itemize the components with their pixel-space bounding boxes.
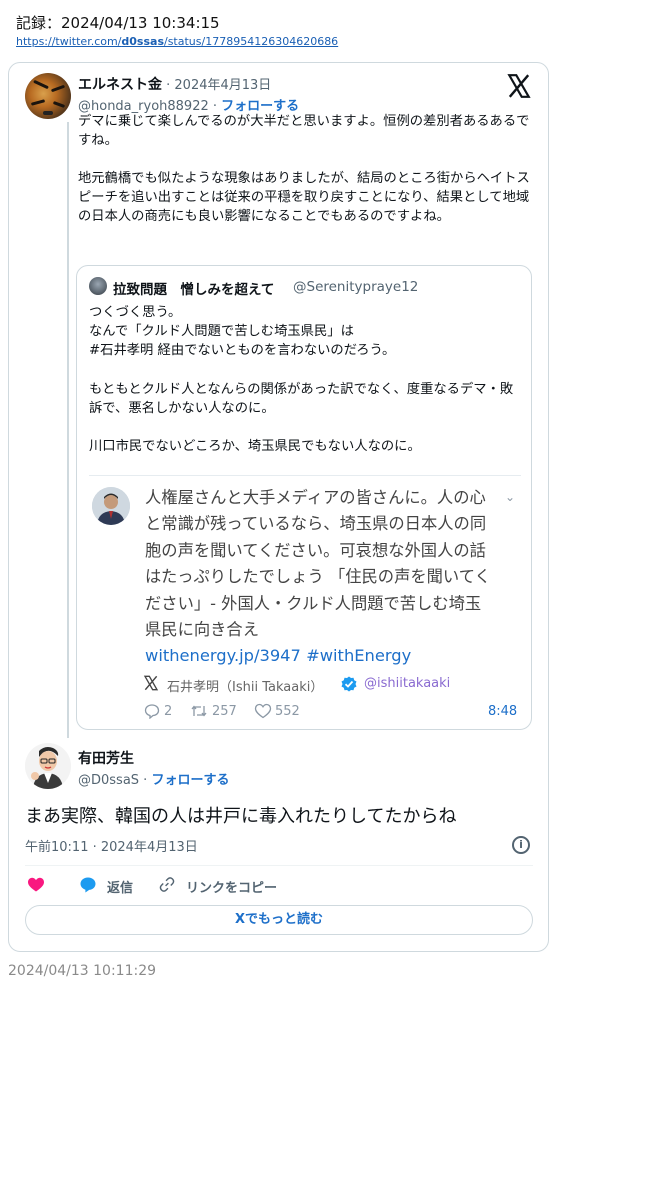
link-icon[interactable] xyxy=(158,876,176,893)
reply-author-name[interactable]: エルネスト金 xyxy=(78,77,162,93)
bottom-timestamp: 2024/04/13 10:11:29 xyxy=(8,963,157,979)
url-prefix: https://twitter.com/ xyxy=(16,35,122,48)
read-more-button[interactable]: Xでもっと読む xyxy=(25,905,533,935)
main-tweet-timestamp[interactable]: 午前10:11 · 2024年4月13日 xyxy=(25,836,198,855)
embedded-link[interactable]: withenergy.jp/3947 #withEnergy xyxy=(145,646,411,665)
chevron-down-icon[interactable]: ⌄ xyxy=(505,490,515,504)
copy-link-label[interactable]: リンクをコピー xyxy=(186,877,277,896)
reply-filled-icon[interactable] xyxy=(79,876,97,893)
embedded-time: 8:48 xyxy=(488,704,518,719)
avatar-tiger[interactable] xyxy=(25,73,71,119)
url-suffix: /status/1778954126304620686 xyxy=(164,35,339,48)
quoted-avatar[interactable] xyxy=(89,277,107,295)
quoted-divider xyxy=(89,475,521,476)
embedded-handle: @ishiitakaaki xyxy=(364,676,451,691)
embedded-author: 石井孝明（Ishii Takaaki） xyxy=(167,680,324,695)
embedded-reply-count: 2 xyxy=(164,704,173,719)
info-icon[interactable]: i xyxy=(512,836,530,854)
reply-bubble-icon xyxy=(144,704,160,719)
thread-connector-line xyxy=(67,122,69,738)
main-handle[interactable]: @D0ssaS xyxy=(78,773,139,788)
embedded-like-count: 552 xyxy=(275,704,300,719)
retweet-icon xyxy=(191,705,207,717)
reply-body-text: デマに乗じて楽しんでるのが大半だと思いますよ。恒例の差別者あるあるですね。 地元… xyxy=(78,114,530,224)
embedded-retweet-count: 257 xyxy=(212,704,237,719)
quoted-author-name: 拉致問題 憎しみを超えて xyxy=(113,282,275,298)
embedded-avatar xyxy=(92,487,130,525)
heart-outline-icon xyxy=(254,703,272,719)
reply-author-line: エルネスト金 · 2024年4月13日 xyxy=(78,74,271,94)
main-author-name[interactable]: 有田芳生 xyxy=(78,748,134,768)
reply-date[interactable]: · 2024年4月13日 xyxy=(162,78,271,93)
x-logo-small-icon xyxy=(143,675,159,691)
url-user: d0ssas xyxy=(121,35,164,48)
follow-button-2[interactable]: フォローする xyxy=(151,773,229,788)
main-handle-line: @D0ssaS · フォローする xyxy=(78,769,229,788)
main-tweet-text: まあ実際、韓国の人は井戸に毒入れたりしてたからね xyxy=(25,806,457,827)
x-logo-icon[interactable] xyxy=(506,73,532,99)
reply-label[interactable]: 返信 xyxy=(107,877,133,896)
embedded-tweet-text: 人権屋さんと大手メディアの皆さんに。人の心と常識が残っているなら、埼玉県の日本人… xyxy=(145,485,495,670)
heart-filled-icon[interactable] xyxy=(27,876,45,893)
embedded-body: 人権屋さんと大手メディアの皆さんに。人の心と常識が残っているなら、埼玉県の日本人… xyxy=(145,488,491,640)
avatar-cartoon[interactable] xyxy=(25,743,71,789)
quoted-handle: @Serenityprayе12 xyxy=(293,279,419,295)
dot-separator-2: · xyxy=(139,773,152,788)
quoted-body-text: つくづく思う。 なんで「クルド人問題で苦しむ埼玉県民」は #石井孝明 経由でない… xyxy=(89,305,514,455)
action-separator xyxy=(25,865,533,866)
tweet-url-link[interactable]: https://twitter.com/d0ssas/status/177895… xyxy=(16,35,338,48)
verified-badge-icon xyxy=(341,676,357,692)
record-label: 記録：2024/04/13 10:34:15 xyxy=(16,14,220,32)
